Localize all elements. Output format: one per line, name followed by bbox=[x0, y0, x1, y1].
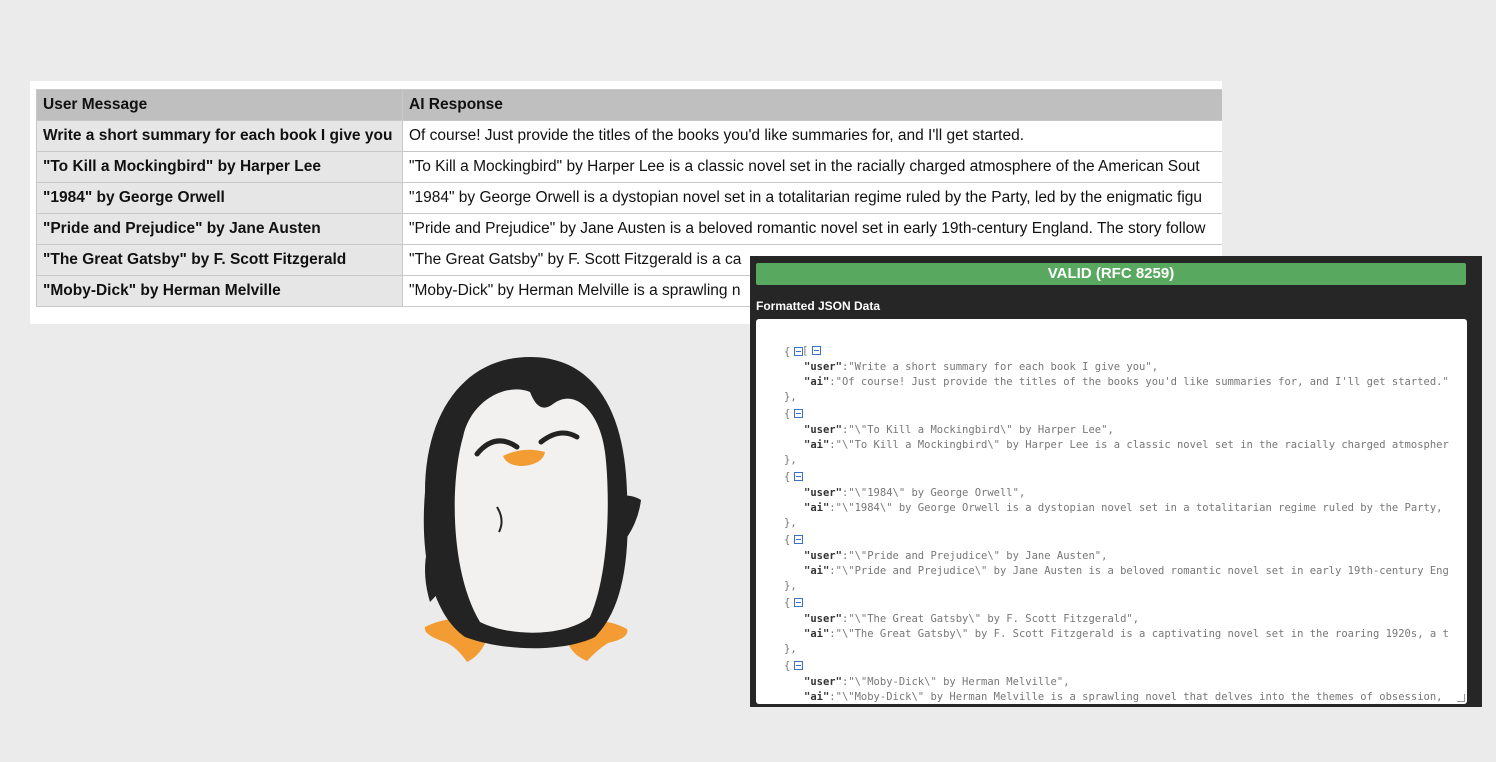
json-user-line: "user":"\"The Great Gatsby\" by F. Scott… bbox=[804, 613, 1140, 625]
table-row: Write a short summary for each book I gi… bbox=[36, 120, 1222, 152]
ai-response-cell: "Pride and Prejudice" by Jane Austen is … bbox=[402, 213, 1222, 245]
collapse-toggle-icon[interactable] bbox=[812, 346, 822, 355]
collapse-toggle-icon[interactable] bbox=[794, 661, 804, 670]
json-ai-line: "ai":"\"Moby-Dick\" by Herman Melville i… bbox=[804, 691, 1443, 703]
validation-status-banner: VALID (RFC 8259) bbox=[756, 263, 1466, 285]
json-user-line: "user":"\"To Kill a Mockingbird\" by Har… bbox=[804, 424, 1114, 436]
user-message-cell: Write a short summary for each book I gi… bbox=[36, 120, 403, 152]
json-ai-line: "ai":"\"1984\" by George Orwell is a dys… bbox=[804, 502, 1443, 514]
collapse-toggle-icon[interactable] bbox=[794, 409, 804, 418]
collapse-toggle-icon[interactable] bbox=[794, 472, 804, 481]
ai-response-cell: "1984" by George Orwell is a dystopian n… bbox=[402, 182, 1222, 214]
user-message-cell: "Moby-Dick" by Herman Melville bbox=[36, 275, 403, 307]
formatted-json-label: Formatted JSON Data bbox=[756, 299, 881, 313]
json-object-open: { bbox=[764, 533, 804, 548]
json-object-close: }, bbox=[784, 391, 797, 403]
json-object-close: }, bbox=[784, 643, 797, 655]
header-ai-response: AI Response bbox=[402, 89, 1222, 121]
penguin-illustration bbox=[423, 357, 641, 662]
json-object-open: { bbox=[764, 596, 804, 611]
json-array-open: [ bbox=[764, 329, 822, 357]
json-code-viewer[interactable]: [ { "user":"Write a short summary for ea… bbox=[756, 319, 1467, 704]
table-header-row: User Message AI Response bbox=[36, 89, 1222, 121]
json-object-open: { bbox=[764, 345, 804, 360]
ai-response-cell: Of course! Just provide the titles of th… bbox=[402, 120, 1222, 152]
collapse-toggle-icon[interactable] bbox=[794, 598, 804, 607]
resize-handle-icon[interactable] bbox=[1457, 694, 1465, 702]
collapse-toggle-icon[interactable] bbox=[794, 535, 804, 544]
json-user-line: "user":"\"Pride and Prejudice\" by Jane … bbox=[804, 550, 1108, 562]
table-row: "Pride and Prejudice" by Jane Austen "Pr… bbox=[36, 213, 1222, 245]
json-object-close: }, bbox=[784, 454, 797, 466]
json-object-close: }, bbox=[784, 580, 797, 592]
user-message-cell: "1984" by George Orwell bbox=[36, 182, 403, 214]
json-user-line: "user":"Write a short summary for each b… bbox=[804, 361, 1159, 373]
table-row: "1984" by George Orwell "1984" by George… bbox=[36, 182, 1222, 214]
json-object-open: { bbox=[764, 659, 804, 674]
collapse-toggle-icon[interactable] bbox=[794, 347, 804, 356]
header-user-message: User Message bbox=[36, 89, 403, 121]
user-message-cell: "Pride and Prejudice" by Jane Austen bbox=[36, 213, 403, 245]
json-ai-line: "ai":"\"The Great Gatsby\" by F. Scott F… bbox=[804, 628, 1449, 640]
ai-response-cell: "To Kill a Mockingbird" by Harper Lee is… bbox=[402, 151, 1222, 183]
json-ai-line: "ai":"\"Pride and Prejudice\" by Jane Au… bbox=[804, 565, 1449, 577]
json-ai-line: "ai":"\"To Kill a Mockingbird\" by Harpe… bbox=[804, 439, 1449, 451]
json-user-line: "user":"\"Moby-Dick\" by Herman Melville… bbox=[804, 676, 1070, 688]
json-ai-line: "ai":"Of course! Just provide the titles… bbox=[804, 376, 1449, 388]
user-message-cell: "To Kill a Mockingbird" by Harper Lee bbox=[36, 151, 403, 183]
json-validator-panel: VALID (RFC 8259) Formatted JSON Data [ {… bbox=[750, 256, 1482, 707]
table-row: "To Kill a Mockingbird" by Harper Lee "T… bbox=[36, 151, 1222, 183]
user-message-cell: "The Great Gatsby" by F. Scott Fitzgeral… bbox=[36, 244, 403, 276]
json-user-line: "user":"\"1984\" by George Orwell", bbox=[804, 487, 1026, 499]
json-object-open: { bbox=[764, 470, 804, 485]
json-object-open: { bbox=[764, 407, 804, 422]
json-object-close: }, bbox=[784, 517, 797, 529]
